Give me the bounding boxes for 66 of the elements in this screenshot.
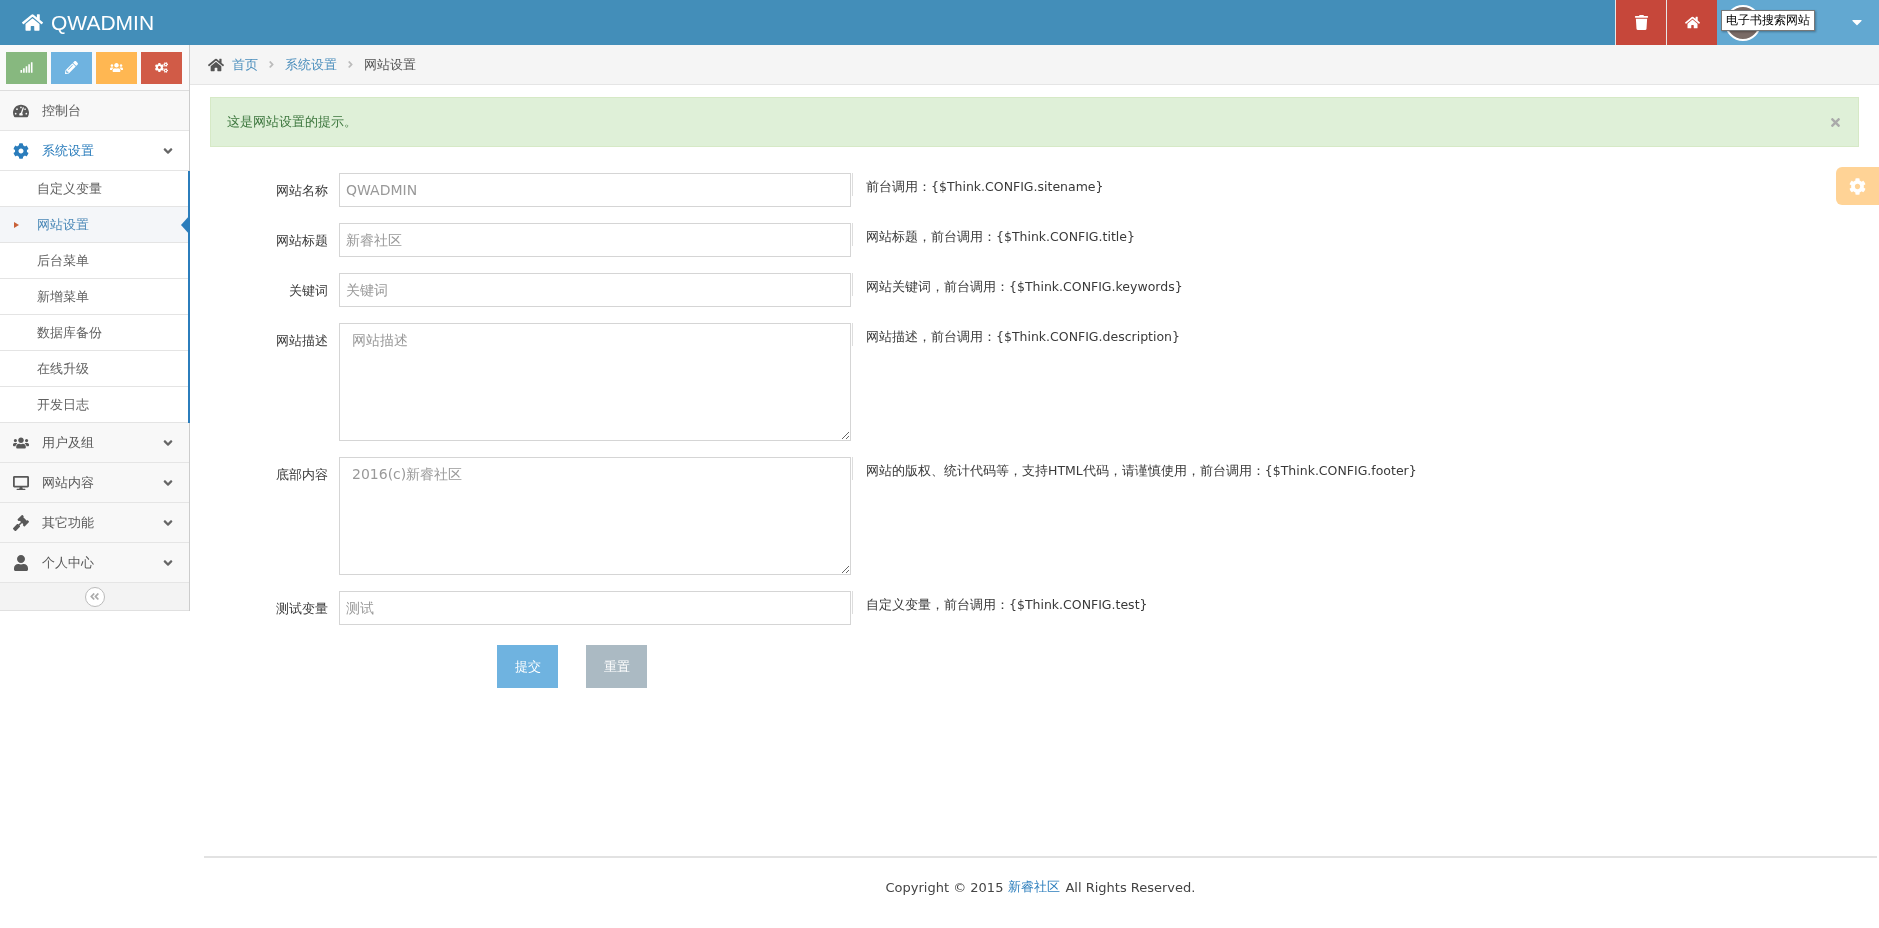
submenu-item[interactable]: 在线升级: [0, 351, 188, 387]
field-label: 网站名称: [275, 182, 329, 200]
tooltip: 电子书搜索网站: [1721, 10, 1815, 31]
sidebar-item[interactable]: 其它功能: [0, 503, 189, 543]
collapse-button[interactable]: [84, 586, 105, 607]
submenu-item[interactable]: 自定义变量: [0, 171, 188, 207]
input-field[interactable]: 关键词: [339, 273, 851, 307]
input-field[interactable]: QWADMIN: [339, 173, 851, 207]
breadcrumb-link[interactable]: 首页: [232, 55, 258, 74]
brand-title[interactable]: QWADMIN: [0, 0, 155, 45]
chevron-icon: [266, 59, 277, 70]
double-chevron-icon: [89, 591, 100, 602]
help-text: 网站描述，前台调用：{$Think.CONFIG.description}: [852, 323, 1180, 346]
help-text: 网站标题，前台调用：{$Think.CONFIG.title}: [852, 223, 1135, 246]
sidebar-item[interactable]: 控制台: [0, 91, 189, 131]
trash-button[interactable]: [1615, 0, 1666, 45]
sidebar-item[interactable]: 用户及组: [0, 423, 189, 463]
help-text: 网站关键词，前台调用：{$Think.CONFIG.keywords}: [852, 273, 1183, 296]
alert-text: 这是网站设置的提示。: [227, 113, 357, 131]
help-text: 自定义变量，前台调用：{$Think.CONFIG.test}: [852, 591, 1148, 614]
settings-icon: [1849, 177, 1866, 195]
copyright-text: Copyright © 2015: [885, 879, 1004, 895]
shortcut-button[interactable]: [6, 51, 47, 84]
field-label: 底部内容: [275, 466, 329, 484]
field-label: 网站标题: [275, 232, 329, 250]
sidebar-item[interactable]: 系统设置: [0, 131, 189, 171]
sidebar-item[interactable]: 网站内容: [0, 463, 189, 503]
gavel-icon: [12, 514, 30, 531]
input-field[interactable]: 新睿社区: [339, 223, 851, 257]
breadcrumb-link[interactable]: 网站设置: [364, 55, 416, 74]
close-icon[interactable]: [1829, 115, 1842, 129]
submenu-item[interactable]: 新增菜单: [0, 279, 188, 315]
users-icon: [110, 61, 123, 74]
home-icon: [1684, 15, 1700, 30]
footer-link[interactable]: 新睿社区: [1008, 878, 1061, 896]
shortcut-button[interactable]: [96, 51, 137, 84]
shortcut-button[interactable]: [51, 51, 92, 84]
dashboard-icon: [12, 102, 30, 119]
sidebar-item[interactable]: 个人中心: [0, 543, 189, 583]
home-icon: [208, 56, 224, 73]
signal-icon: [20, 61, 33, 74]
help-text: 网站的版权、统计代码等，支持HTML代码，请谨慎使用，前台调用：{$Think.CONFIG.footer}: [852, 457, 1417, 480]
cogs-icon: [155, 61, 168, 74]
trash-icon: [1633, 15, 1649, 30]
submenu-item[interactable]: 数据库备份: [0, 315, 188, 351]
monitor-icon: [12, 474, 30, 491]
rights-text: All Rights Reserved.: [1065, 879, 1196, 895]
settings-icon: [12, 142, 30, 159]
submenu-item[interactable]: 后台菜单: [0, 243, 188, 279]
home-icon: [22, 12, 43, 33]
submenu-item[interactable]: 网站设置: [0, 207, 188, 243]
field-label: 测试变量: [275, 600, 329, 618]
submenu-item[interactable]: 开发日志: [0, 387, 188, 423]
user-icon: [12, 554, 30, 571]
settings-button[interactable]: [1836, 167, 1879, 205]
home-button[interactable]: [1666, 0, 1717, 45]
help-text: 前台调用：{$Think.CONFIG.sitename}: [852, 173, 1104, 196]
chevron-icon: [345, 59, 356, 70]
field-label: 关键词: [288, 282, 329, 300]
text-area[interactable]: 网站描述: [339, 323, 851, 441]
input-field[interactable]: 测试: [339, 591, 851, 625]
brand-name: QWADMIN: [51, 10, 155, 35]
pencil-icon: [65, 61, 78, 74]
field-label: 网站描述: [275, 332, 329, 350]
text-area[interactable]: 2016(c)新睿社区: [339, 457, 851, 575]
shortcut-button[interactable]: [141, 51, 182, 84]
